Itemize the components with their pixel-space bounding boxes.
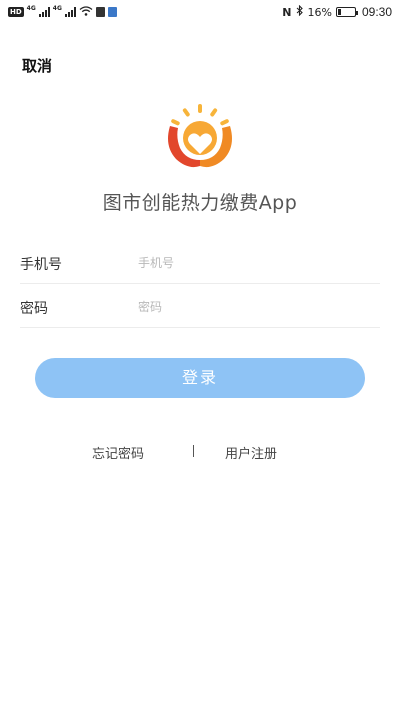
app-logo	[162, 104, 238, 172]
login-button[interactable]: 登录	[35, 358, 365, 398]
cancel-button[interactable]: 取消	[22, 55, 52, 76]
phone-input[interactable]	[138, 250, 368, 276]
phone-row: 手机号	[20, 242, 380, 284]
heart-hands-logo-icon	[168, 104, 232, 168]
signal-icon-2	[64, 7, 76, 17]
status-bar: HD 4G 4G N 16% 09:30	[0, 0, 400, 24]
status-right: N 16% 09:30	[282, 4, 392, 19]
hd-badge: HD	[8, 7, 24, 17]
notification-icon	[95, 7, 105, 17]
password-input[interactable]	[138, 294, 368, 320]
phone-label: 手机号	[20, 257, 62, 273]
bluetooth-icon	[296, 4, 304, 19]
status-left: HD 4G 4G	[8, 5, 117, 19]
network-type-2: 4G	[52, 4, 62, 12]
battery-percent: 16%	[307, 5, 332, 19]
account-links: 忘记密码 用户注册	[0, 443, 400, 463]
battery-icon	[335, 7, 358, 17]
link-divider	[193, 445, 194, 457]
app-notification-icon	[107, 7, 117, 17]
register-link[interactable]: 用户注册	[225, 443, 277, 462]
clock: 09:30	[361, 5, 392, 19]
password-row: 密码	[20, 286, 380, 328]
network-type-1: 4G	[26, 4, 36, 12]
nfc-icon: N	[282, 5, 292, 19]
password-label: 密码	[20, 301, 48, 317]
wifi-icon	[79, 5, 93, 19]
app-title: 图市创能热力缴费App	[102, 192, 298, 214]
battery-fill	[337, 9, 341, 15]
forgot-password-link[interactable]: 忘记密码	[92, 443, 144, 462]
signal-icon-1	[38, 7, 50, 17]
